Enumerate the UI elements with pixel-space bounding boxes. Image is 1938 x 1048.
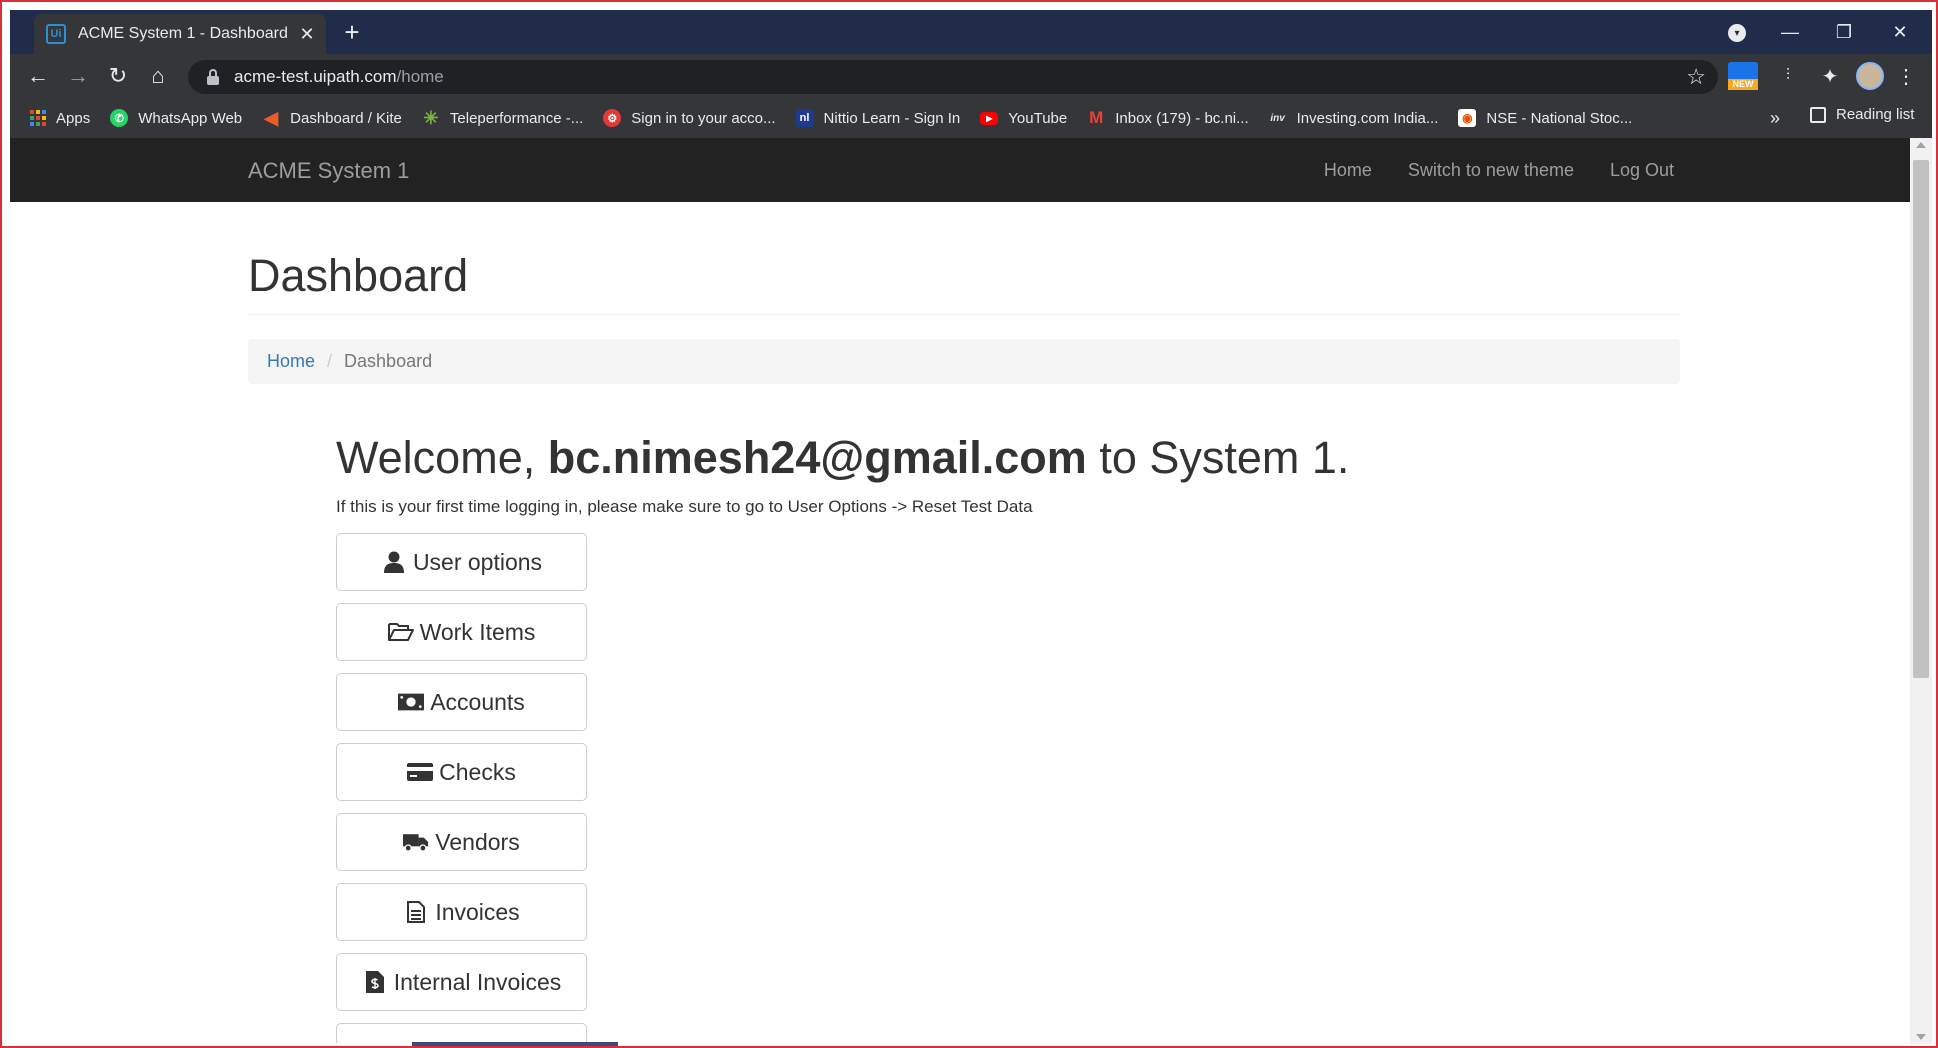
nav-switch-theme[interactable]: Switch to new theme xyxy=(1408,160,1574,181)
chrome-menu-icon[interactable]: ⋮ xyxy=(1896,62,1916,90)
checks-button[interactable]: Checks xyxy=(336,743,587,801)
uipath-favicon-icon: Ui xyxy=(46,24,66,44)
page-viewport: ACME System 1 Home Switch to new theme L… xyxy=(10,138,1910,1044)
new-tab-icon[interactable]: + xyxy=(338,17,366,47)
next-menu-button-partial[interactable] xyxy=(336,1023,587,1043)
nse-icon: ◉ xyxy=(1458,109,1477,127)
taskbar-peek xyxy=(412,1042,618,1046)
reload-icon[interactable]: ↻ xyxy=(104,62,132,90)
folder-open-icon xyxy=(387,620,414,644)
extension-chart-icon[interactable]: ⫶ xyxy=(1774,62,1802,90)
screenshot-frame: Ui ACME System 1 - Dashboard ✕ + ▾ — ❐ ✕… xyxy=(0,0,1938,1048)
reading-list-button[interactable]: Reading list xyxy=(1810,106,1914,123)
bookmarks-bar: Apps ✆ WhatsApp Web ◀ Dashboard / Kite ✳… xyxy=(10,98,1932,138)
profile-avatar[interactable] xyxy=(1856,62,1884,90)
close-tab-icon[interactable]: ✕ xyxy=(296,23,318,45)
bookmark-gmail[interactable]: M Inbox (179) - bc.ni... xyxy=(1087,108,1249,127)
file-text-icon xyxy=(403,900,429,924)
bookmark-kite[interactable]: ◀ Dashboard / Kite xyxy=(262,107,402,128)
scroll-up-icon[interactable] xyxy=(1916,142,1926,148)
nittio-icon: nl xyxy=(795,109,814,127)
address-bar[interactable]: acme-test.uipath.com/home ☆ xyxy=(188,60,1718,94)
app-brand[interactable]: ACME System 1 xyxy=(248,158,409,184)
bookmark-nittio[interactable]: nl Nittio Learn - Sign In xyxy=(795,109,960,127)
credit-card-icon xyxy=(407,760,434,784)
first-login-hint: If this is your first time logging in, p… xyxy=(336,497,1033,516)
minimize-icon[interactable]: — xyxy=(1770,18,1810,46)
youtube-icon: ▶ xyxy=(980,111,999,125)
welcome-user-email: bc.nimesh24@gmail.com xyxy=(547,432,1087,483)
back-icon[interactable]: ← xyxy=(24,62,52,90)
scroll-down-icon[interactable] xyxy=(1916,1034,1926,1040)
page-header: Dashboard xyxy=(248,250,1680,315)
forward-icon[interactable]: → xyxy=(64,62,92,90)
reading-list-icon xyxy=(1810,106,1826,123)
browser-toolbar: ← → ↻ ⌂ acme-test.uipath.com/home ☆ NEW … xyxy=(10,54,1932,98)
lock-icon[interactable] xyxy=(206,69,220,85)
apps-grid-icon xyxy=(30,110,46,126)
bookmark-star-icon[interactable]: ☆ xyxy=(1686,64,1706,90)
dashboard-menu: User options Work Items Accounts Checks xyxy=(336,533,587,1044)
nav-log-out[interactable]: Log Out xyxy=(1610,160,1674,181)
bookmark-youtube[interactable]: ▶ YouTube xyxy=(980,110,1067,127)
app-nav-links: Home Switch to new theme Log Out xyxy=(1288,160,1674,181)
bookmark-nse[interactable]: ◉ NSE - National Stoc... xyxy=(1458,109,1632,127)
url-text: acme-test.uipath.com/home xyxy=(234,67,444,86)
truck-icon xyxy=(403,830,429,854)
accounts-button[interactable]: Accounts xyxy=(336,673,587,731)
breadcrumb-separator: / xyxy=(327,351,333,371)
browser-tab-bar: Ui ACME System 1 - Dashboard ✕ + ▾ — ❐ ✕ xyxy=(10,10,1932,54)
invoices-button[interactable]: Invoices xyxy=(336,883,587,941)
tab-search-icon[interactable]: ▾ xyxy=(1728,24,1746,42)
breadcrumb-current: Dashboard xyxy=(344,351,433,371)
breadcrumb: Home / Dashboard xyxy=(248,339,1680,384)
money-icon xyxy=(398,690,425,714)
work-items-button[interactable]: Work Items xyxy=(336,603,587,661)
restore-icon[interactable]: ❐ xyxy=(1824,18,1864,46)
kite-icon: ◀ xyxy=(264,107,279,128)
bookmark-apps[interactable]: Apps xyxy=(30,110,90,127)
welcome-heading: Welcome, bc.nimesh24@gmail.com to System… xyxy=(336,432,1350,483)
whatsapp-icon: ✆ xyxy=(110,109,129,127)
scrollbar-thumb[interactable] xyxy=(1913,160,1929,678)
page-scrollbar[interactable] xyxy=(1910,138,1932,1044)
bookmarks-overflow-icon[interactable]: » xyxy=(1770,108,1780,129)
user-icon xyxy=(381,550,407,574)
vendors-button[interactable]: Vendors xyxy=(336,813,587,871)
investing-icon: inv xyxy=(1270,112,1285,124)
bookmark-investing[interactable]: inv Investing.com India... xyxy=(1269,109,1438,127)
teleperformance-icon: ✳ xyxy=(423,107,439,128)
sign-in-icon: ⚙ xyxy=(603,109,622,127)
user-options-button[interactable]: User options xyxy=(336,533,587,591)
bookmark-teleperformance[interactable]: ✳ Teleperformance -... xyxy=(422,107,583,128)
bookmark-whatsapp[interactable]: ✆ WhatsApp Web xyxy=(110,109,242,127)
file-dollar-icon xyxy=(362,970,388,994)
bookmark-sign-in[interactable]: ⚙ Sign in to your acco... xyxy=(603,109,776,127)
internal-invoices-button[interactable]: Internal Invoices xyxy=(336,953,587,1011)
extensions-puzzle-icon[interactable]: ✦ xyxy=(1816,62,1844,90)
gmail-icon: M xyxy=(1089,108,1104,127)
page-title: Dashboard xyxy=(248,250,469,301)
app-navbar: ACME System 1 Home Switch to new theme L… xyxy=(10,138,1910,202)
new-extension-icon[interactable]: NEW xyxy=(1728,62,1758,90)
close-window-icon[interactable]: ✕ xyxy=(1880,18,1920,46)
nav-home[interactable]: Home xyxy=(1324,160,1372,181)
tab-title: ACME System 1 - Dashboard xyxy=(78,25,288,42)
breadcrumb-home[interactable]: Home xyxy=(267,351,315,372)
home-icon[interactable]: ⌂ xyxy=(144,62,172,90)
browser-tab[interactable]: Ui ACME System 1 - Dashboard ✕ xyxy=(34,14,326,54)
